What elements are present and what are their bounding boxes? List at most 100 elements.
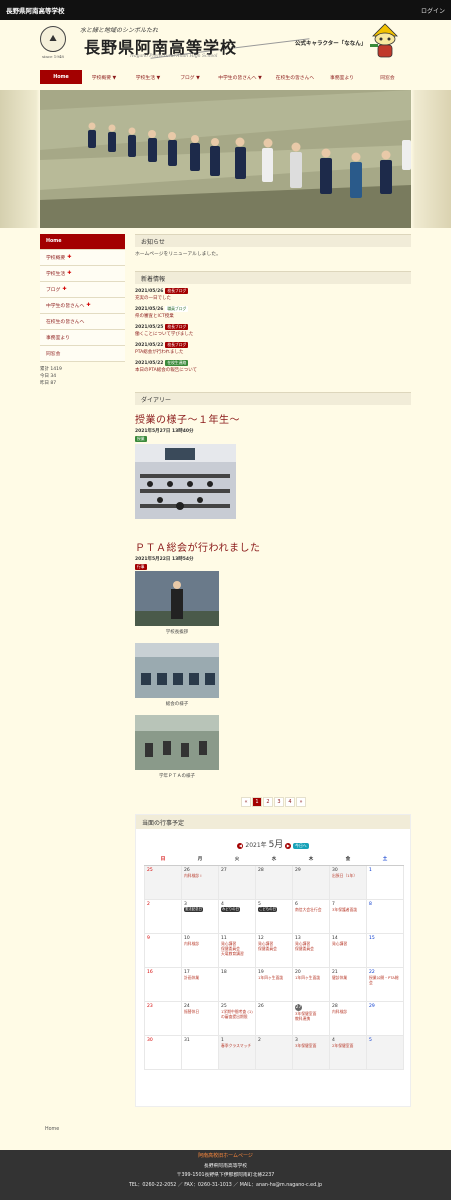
- sidebar-item-home[interactable]: Home: [40, 234, 125, 250]
- calendar-day[interactable]: 30: [144, 1034, 182, 1070]
- classroom-photo[interactable]: [135, 444, 236, 519]
- calendar-day[interactable]: 31: [181, 1034, 219, 1070]
- login-link[interactable]: ログイン: [421, 6, 445, 15]
- calendar-event[interactable]: 3年保護者面談: [332, 907, 364, 912]
- today-button[interactable]: 今日へ: [293, 843, 309, 849]
- calendar-day[interactable]: 26: [255, 1000, 293, 1036]
- pager-next[interactable]: »: [296, 797, 306, 807]
- calendar-day[interactable]: 3 憲法記念日: [181, 898, 219, 934]
- calendar-event[interactable]: 南信大会壮行会: [295, 907, 327, 912]
- pager-prev[interactable]: «: [241, 797, 251, 807]
- calendar-event[interactable]: 発心講習: [332, 941, 364, 946]
- calendar-day[interactable]: 9: [144, 932, 182, 968]
- calendar-day[interactable]: 25 1学期中間考査 (1)の審査提出期限: [218, 1000, 256, 1036]
- calendar-day[interactable]: 1 春季クラスマッチ: [218, 1034, 256, 1070]
- calendar-day[interactable]: 24 振替休日: [181, 1000, 219, 1036]
- expand-plus-icon[interactable]: ✚: [67, 255, 71, 260]
- calendar-day[interactable]: 30 出張日（1年）: [329, 864, 367, 900]
- calendar-day[interactable]: 4 みどりの日: [218, 898, 256, 934]
- sidebar-item-current-students[interactable]: 在校生の皆さんへ: [40, 314, 125, 330]
- calendar-event[interactable]: 1年四ヶ生面談: [295, 975, 327, 980]
- nav-alumni[interactable]: 同窓会: [364, 70, 411, 84]
- nav-blog[interactable]: ブログ ▼: [170, 70, 210, 84]
- calendar-day[interactable]: 2: [144, 898, 182, 934]
- calendar-day[interactable]: 8: [366, 898, 404, 934]
- calendar-day[interactable]: 6 南信大会壮行会: [292, 898, 330, 934]
- calendar-day[interactable]: 23: [144, 1000, 182, 1036]
- calendar-day[interactable]: 16: [144, 966, 182, 1002]
- news-title[interactable]: 本日のPTA総会の報告について: [135, 367, 411, 373]
- calendar-day[interactable]: 11 発心講習 保健委員会 天竜教育講習: [218, 932, 256, 968]
- calendar-day[interactable]: 10 内科検診: [181, 932, 219, 968]
- next-month-icon[interactable]: ▶: [285, 843, 292, 849]
- grade-pta-photo[interactable]: [135, 715, 219, 770]
- calendar-event[interactable]: みどりの日: [221, 906, 240, 912]
- calendar-event[interactable]: 1学期中間考査 (1)の審査提出期限: [221, 1009, 253, 1019]
- category-badge[interactable]: 校長ブログ: [165, 288, 189, 294]
- sidebar-item-school-overview[interactable]: 学校概要 ✚: [40, 250, 125, 266]
- pager-page-1[interactable]: 1: [252, 797, 262, 807]
- expand-plus-icon[interactable]: ✚: [62, 287, 66, 292]
- post-tag[interactable]: 授業: [135, 436, 147, 442]
- pager-page-2[interactable]: 2: [263, 797, 273, 807]
- calendar-day[interactable]: 2: [255, 1034, 293, 1070]
- news-title[interactable]: PTA総会が行われました: [135, 349, 411, 355]
- calendar-day[interactable]: 22 授業公開・PTA総会: [366, 966, 404, 1002]
- calendar-day[interactable]: 14 発心講習: [329, 932, 367, 968]
- calendar-day[interactable]: 7 3年保護者面談: [329, 898, 367, 934]
- nav-school-life[interactable]: 学校生活 ▼: [126, 70, 170, 84]
- calendar-event[interactable]: 内科検診 I: [184, 873, 216, 878]
- calendar-day[interactable]: 27: [218, 864, 256, 900]
- calendar-event[interactable]: 内科検診: [184, 941, 216, 946]
- calendar-event[interactable]: 1年四ヶ生面談: [258, 975, 290, 980]
- calendar-event[interactable]: 健診休業: [332, 975, 364, 980]
- category-badge[interactable]: 校長ブログ: [165, 324, 189, 330]
- calendar-event[interactable]: 春季クラスマッチ: [221, 1043, 253, 1048]
- calendar-event[interactable]: 教科連携: [295, 1016, 327, 1021]
- school-emblem-icon[interactable]: ⛰: [40, 26, 66, 52]
- calendar-day[interactable]: 28: [255, 864, 293, 900]
- calendar-day[interactable]: 3 3年保健室面: [292, 1034, 330, 1070]
- calendar-day[interactable]: 26 内科検診 I: [181, 864, 219, 900]
- calendar-day[interactable]: 12 発心講習 保健委員会: [255, 932, 293, 968]
- principal-speech-photo[interactable]: [135, 571, 219, 626]
- calendar-event[interactable]: 保健委員会: [295, 946, 327, 951]
- calendar-event[interactable]: 授業公開・PTA総会: [369, 975, 401, 985]
- nav-home[interactable]: Home: [40, 70, 82, 84]
- calendar-event[interactable]: 2年保健室面: [332, 1043, 364, 1048]
- news-title[interactable]: 県の審査とICT授業: [135, 313, 411, 319]
- nav-office[interactable]: 事務室より: [320, 70, 364, 84]
- pager-page-3[interactable]: 3: [274, 797, 284, 807]
- news-title[interactable]: 充実の一日でした: [135, 295, 411, 301]
- calendar-day[interactable]: 13 発心講習 保健委員会: [292, 932, 330, 968]
- nav-current-students[interactable]: 在校生の皆さんへ: [270, 70, 320, 84]
- sidebar-item-blog[interactable]: ブログ ✚: [40, 282, 125, 298]
- general-meeting-photo[interactable]: [135, 643, 219, 698]
- nav-school-overview[interactable]: 学校概要 ▼: [82, 70, 126, 84]
- calendar-event[interactable]: 憲法記念日: [184, 906, 203, 912]
- calendar-day[interactable]: 29: [292, 864, 330, 900]
- sidebar-item-school-life[interactable]: 学校生活 ✚: [40, 266, 125, 282]
- calendar-day[interactable]: 18: [218, 966, 256, 1002]
- calendar-event[interactable]: 出張日（1年）: [332, 873, 364, 878]
- calendar-event[interactable]: 3年保健室面: [295, 1043, 327, 1048]
- site-title[interactable]: 長野県阿南高等学校: [6, 5, 65, 15]
- sidebar-item-junior-high[interactable]: 中学生の皆さんへ ✚: [40, 298, 125, 314]
- calendar-event[interactable]: 天竜教育講習: [221, 951, 253, 956]
- post-tag[interactable]: 行事: [135, 564, 147, 570]
- category-badge[interactable]: 在校生連絡: [165, 360, 189, 366]
- calendar-day[interactable]: 20 1年四ヶ生面談: [292, 966, 330, 1002]
- expand-plus-icon[interactable]: ✚: [86, 303, 90, 308]
- post-title[interactable]: ＰＴＡ総会が行われました: [135, 539, 411, 554]
- calendar-day[interactable]: 28 内科検診: [329, 1000, 367, 1036]
- calendar-day[interactable]: 21 健診休業: [329, 966, 367, 1002]
- calendar-day[interactable]: 4 2年保健室面: [329, 1034, 367, 1070]
- sidebar-item-office[interactable]: 事務室より: [40, 330, 125, 346]
- category-badge[interactable]: 校長ブログ: [165, 342, 189, 348]
- calendar-day[interactable]: 15: [366, 932, 404, 968]
- calendar-day[interactable]: 17 計画休業: [181, 966, 219, 1002]
- calendar-day[interactable]: 29: [366, 1000, 404, 1036]
- pager-page-4[interactable]: 4: [285, 797, 295, 807]
- calendar-event[interactable]: 保健委員会: [258, 946, 290, 951]
- calendar-event[interactable]: こどもの日: [258, 906, 277, 912]
